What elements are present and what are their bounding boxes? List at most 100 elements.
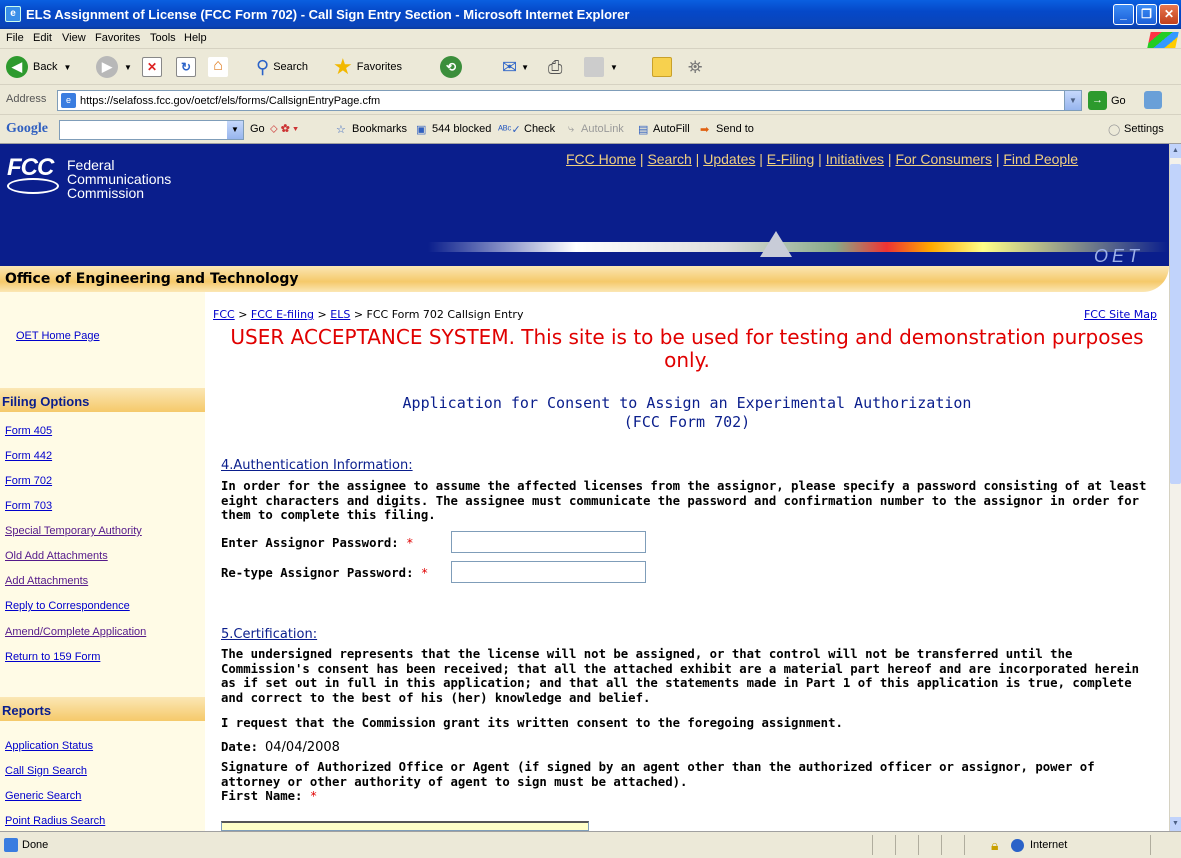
chevron-down-icon[interactable]: ▼ — [63, 63, 71, 72]
sidebar-item-return-159[interactable]: Return to 159 Form — [5, 651, 100, 663]
filing-options-heading: Filing Options — [0, 388, 205, 412]
history-icon: ⟲ — [440, 56, 462, 78]
nav-for-consumers[interactable]: For Consumers — [895, 151, 991, 167]
page-done-icon — [4, 838, 18, 852]
oet-mark: OET — [1093, 246, 1143, 266]
menu-edit[interactable]: Edit — [33, 32, 52, 44]
menu-view[interactable]: View — [62, 32, 86, 44]
uat-notice: USER ACCEPTANCE SYSTEM. This site is to … — [230, 325, 1144, 372]
scroll-down-icon[interactable]: ▼ — [1170, 817, 1181, 831]
address-url[interactable]: https://selafoss.fcc.gov/oetcf/els/forms… — [80, 95, 380, 107]
folder-button[interactable] — [652, 55, 672, 79]
sidebar-oet-home[interactable]: OET Home Page — [16, 330, 100, 342]
sidebar-item-point-radius-search[interactable]: Point Radius Search — [5, 815, 105, 827]
nav-updates[interactable]: Updates — [703, 151, 755, 167]
scroll-up-icon[interactable]: ▲ — [1170, 144, 1181, 158]
cert-request: I request that the Commission grant its … — [221, 716, 843, 730]
office-bar: Office of Engineering and Technology — [0, 266, 1169, 292]
nav-e-filing[interactable]: E-Filing — [767, 151, 814, 167]
home-button[interactable]: ⌂ — [208, 55, 228, 79]
chevron-down-icon[interactable]: ▼ — [610, 63, 618, 72]
sidebar-item-sta[interactable]: Special Temporary Authority — [5, 525, 142, 537]
minimize-button[interactable]: _ — [1113, 4, 1134, 25]
check-button[interactable]: Check — [524, 123, 555, 135]
google-go-button[interactable]: Go — [250, 123, 265, 135]
autofill-button[interactable]: AutoFill — [653, 123, 690, 135]
forward-button[interactable]: ▶ ▼ — [96, 55, 132, 79]
sidebar-item-form-703[interactable]: Form 703 — [5, 500, 52, 512]
first-name-input[interactable] — [221, 821, 589, 831]
search-button[interactable]: ⚲ Search — [256, 55, 308, 79]
spellcheck-icon: ᴬᴮᶜ✓ — [498, 124, 521, 136]
links-icon[interactable] — [1144, 91, 1162, 109]
auth-heading[interactable]: 4.Authentication Information: — [221, 458, 413, 473]
sidebar-item-call-sign-search[interactable]: Call Sign Search — [5, 765, 87, 777]
autolink-button[interactable]: AutoLink — [581, 123, 624, 135]
stop-button[interactable]: ✕ — [142, 55, 162, 79]
go-button[interactable]: → Go — [1088, 91, 1126, 110]
crumb-els[interactable]: ELS — [330, 308, 350, 321]
mail-icon: ✉ — [502, 56, 518, 77]
status-bar: Done 🔒︎ Internet — [0, 831, 1181, 858]
settings-radio-icon: ◯ — [1108, 124, 1121, 136]
lock-icon[interactable]: 🔒︎ — [991, 837, 998, 854]
sidebar-item-form-442[interactable]: Form 442 — [5, 450, 52, 462]
cert-heading[interactable]: 5.Certification: — [221, 627, 317, 642]
close-button[interactable]: ✕ — [1159, 4, 1179, 25]
refresh-button[interactable]: ↻ — [176, 55, 196, 79]
assignor-password-input[interactable] — [451, 531, 646, 553]
sidebar-item-reply-correspondence[interactable]: Reply to Correspondence — [5, 600, 130, 612]
nav-search[interactable]: Search — [647, 151, 691, 167]
favorites-button[interactable]: ★ Favorites — [333, 54, 402, 79]
sidebar-item-amend-complete[interactable]: Amend/Complete Application — [5, 626, 146, 638]
forward-arrow-icon: ▶ — [96, 56, 118, 78]
prism-icon — [760, 231, 792, 257]
crumb-efiling[interactable]: FCC E-filing — [251, 308, 314, 321]
settings-button[interactable]: Settings — [1124, 123, 1164, 135]
menu-tools[interactable]: Tools — [150, 32, 176, 44]
sidebar-item-form-405[interactable]: Form 405 — [5, 425, 52, 437]
back-button[interactable]: ◀ Back ▼ — [6, 55, 71, 79]
sidebar-item-application-status[interactable]: Application Status — [5, 740, 93, 752]
nav-fcc-home[interactable]: FCC Home — [566, 151, 636, 167]
vertical-scrollbar[interactable]: ▲ ▼ — [1169, 144, 1181, 831]
site-map-link[interactable]: FCC Site Map — [1084, 308, 1157, 321]
chevron-down-icon[interactable]: ▼ — [227, 121, 243, 139]
blocked-count[interactable]: 544 blocked — [432, 123, 491, 135]
status-text: Done — [22, 839, 49, 851]
status-divider — [872, 835, 873, 855]
address-label: Address — [6, 93, 47, 105]
bookmarks-button[interactable]: Bookmarks — [352, 123, 407, 135]
sidebar-item-generic-search[interactable]: Generic Search — [5, 790, 81, 802]
google-extras-icon[interactable]: ⬦ ✿ ▾ — [270, 123, 298, 136]
back-arrow-icon: ◀ — [6, 56, 28, 78]
nav-initiatives[interactable]: Initiatives — [826, 151, 884, 167]
sendto-button[interactable]: Send to — [716, 123, 754, 135]
back-label: Back — [33, 61, 58, 73]
menu-favorites[interactable]: Favorites — [95, 32, 140, 44]
sidebar-item-add-attachments[interactable]: Add Attachments — [5, 575, 88, 587]
menu-help[interactable]: Help — [184, 32, 207, 44]
scroll-thumb[interactable] — [1170, 164, 1181, 484]
google-search-input[interactable]: ▼ — [59, 120, 244, 140]
menu-file[interactable]: File — [6, 32, 24, 44]
research-button[interactable]: ⛯ — [688, 55, 702, 79]
edit-button[interactable]: ▼ — [584, 55, 618, 79]
history-button[interactable]: ⟲ — [440, 55, 462, 79]
address-dropdown-icon[interactable]: ▼ — [1064, 91, 1081, 110]
crumb-fcc[interactable]: FCC — [213, 308, 235, 321]
maximize-button[interactable]: ❐ — [1136, 4, 1157, 25]
chevron-down-icon[interactable]: ▼ — [124, 63, 132, 72]
menu-bar: File Edit View Favorites Tools Help — [0, 29, 1181, 49]
print-button[interactable]: ⎙ — [548, 55, 562, 79]
agency-name: Federal Communications Commission — [67, 158, 171, 200]
mail-button[interactable]: ✉ ▼ — [502, 55, 529, 79]
sidebar-item-old-add-attachments[interactable]: Old Add Attachments — [5, 550, 108, 562]
chevron-down-icon[interactable]: ▼ — [521, 63, 529, 72]
sidebar-item-form-702[interactable]: Form 702 — [5, 475, 52, 487]
required-marker: * — [309, 789, 318, 803]
nav-find-people[interactable]: Find People — [1003, 151, 1078, 167]
auth-text: In order for the assignee to assume the … — [221, 479, 1147, 522]
address-input[interactable]: e https://selafoss.fcc.gov/oetcf/els/for… — [57, 90, 1082, 111]
retype-password-input[interactable] — [451, 561, 646, 583]
